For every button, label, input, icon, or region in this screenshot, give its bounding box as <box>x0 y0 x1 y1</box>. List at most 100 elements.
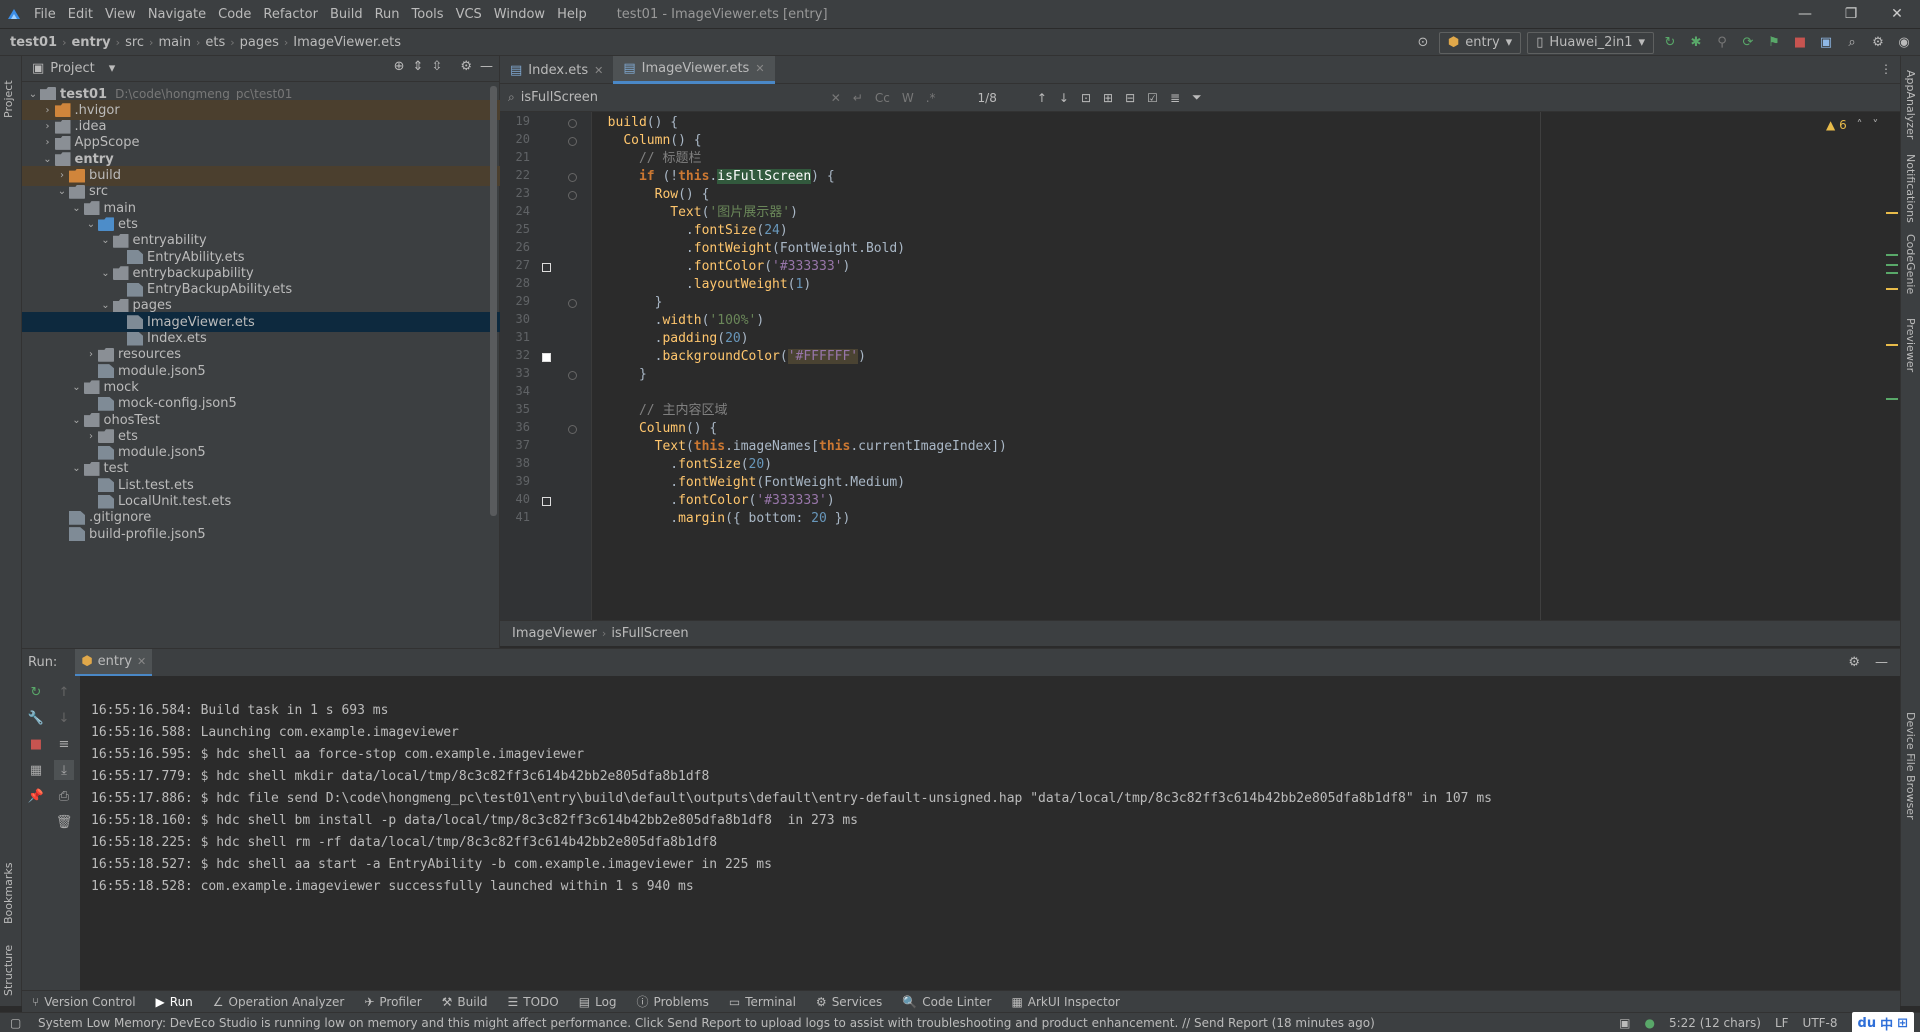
memory-indicator-icon[interactable]: ▣ <box>1619 1016 1630 1030</box>
print-icon[interactable]: ⎙ <box>54 786 74 806</box>
breadcrumb-item[interactable]: ImageViewer.ets <box>293 35 401 50</box>
breadcrumb-item[interactable]: src <box>125 35 144 50</box>
bottom-tab-log[interactable]: ▤ Log <box>579 995 617 1009</box>
chevron-right-icon[interactable]: › <box>41 121 55 132</box>
close-icon[interactable]: ✕ <box>755 62 764 75</box>
warnings-indicator[interactable]: ▲ 6 ˄ ˅ <box>1826 118 1878 132</box>
bookmarks-tool-tab[interactable]: Bookmarks <box>2 863 15 924</box>
editor-tab[interactable]: ▤ Index.ets ✕ <box>500 56 613 84</box>
stop-icon[interactable]: ■ <box>1790 33 1810 53</box>
error-stripe-mark[interactable] <box>1886 254 1898 256</box>
breadcrumb-item[interactable]: test01 <box>10 35 57 50</box>
expand-all-icon[interactable]: ⇕ <box>413 59 424 74</box>
trash-icon[interactable]: 🗑 <box>54 812 74 832</box>
regex-toggle[interactable]: .* <box>926 91 936 105</box>
profile-icon[interactable]: ⚑ <box>1764 33 1784 53</box>
right-tool-tab[interactable]: Device File Browser <box>1904 712 1917 820</box>
right-tool-tab[interactable]: Previewer <box>1904 318 1917 372</box>
previous-match-icon[interactable]: ↑ <box>1037 91 1047 105</box>
in-selection-icon[interactable]: ≣ <box>1170 91 1180 105</box>
bottom-tab-todo[interactable]: ☰ TODO <box>508 995 559 1009</box>
filter-icon[interactable]: ⏷ <box>1192 90 1202 105</box>
minimize-button[interactable]: — <box>1782 0 1828 28</box>
error-stripe-mark[interactable] <box>1886 212 1898 214</box>
new-line-icon[interactable]: ↵ <box>853 91 863 105</box>
search-input[interactable]: isFullScreen <box>521 90 831 105</box>
apply-changes-icon[interactable]: ⟳ <box>1738 33 1758 53</box>
fold-marker-icon[interactable] <box>568 137 577 146</box>
project-tool-tab[interactable]: Project <box>2 80 15 118</box>
error-stripe-mark[interactable] <box>1886 344 1898 346</box>
chevron-down-icon[interactable]: ⌄ <box>55 186 69 197</box>
bottom-tab-services[interactable]: ⚙ Services <box>816 995 882 1009</box>
editor-tab[interactable]: ▤ ImageViewer.ets ✕ <box>613 56 775 84</box>
stop-icon[interactable]: ■ <box>26 734 46 754</box>
pin-icon[interactable]: 📌 <box>26 786 46 806</box>
settings-icon[interactable]: ⚙ <box>1868 33 1888 53</box>
more-tabs-icon[interactable]: ⋮ <box>1880 62 1892 76</box>
menu-edit[interactable]: Edit <box>62 7 99 22</box>
chevron-right-icon[interactable]: › <box>55 170 69 181</box>
menu-vcs[interactable]: VCS <box>450 7 488 22</box>
chevron-down-icon[interactable]: ˅ <box>1872 118 1878 132</box>
chevron-up-icon[interactable]: ˄ <box>1857 118 1863 132</box>
remove-occurrence-icon[interactable]: ⊟ <box>1125 91 1135 105</box>
chevron-down-icon[interactable]: ⌄ <box>70 203 84 214</box>
menu-code[interactable]: Code <box>212 7 257 22</box>
chevron-down-icon[interactable]: ⌄ <box>26 89 40 100</box>
bottom-tab-operation-analyzer[interactable]: ∠ Operation Analyzer <box>213 995 345 1009</box>
clear-search-icon[interactable]: ✕ <box>831 91 841 105</box>
menu-window[interactable]: Window <box>488 7 551 22</box>
menu-build[interactable]: Build <box>324 7 369 22</box>
layout-icon[interactable]: ▦ <box>26 760 46 780</box>
chevron-right-icon[interactable]: › <box>84 431 98 442</box>
run-tab-entry[interactable]: ⬢ entry ✕ <box>75 648 153 677</box>
soft-wrap-icon[interactable]: ≡ <box>54 734 74 754</box>
select-all-occurrences-icon[interactable]: ⊡ <box>1081 91 1091 105</box>
chevron-right-icon[interactable]: › <box>41 105 55 116</box>
fold-marker-icon[interactable] <box>568 119 577 128</box>
chevron-down-icon[interactable]: ⌄ <box>99 300 113 311</box>
editor-gutter[interactable]: 19 20 21 22 23 24 25 26 27 28 29 30 31 32 33 34 35 36 37 38… <box>500 112 592 620</box>
chevron-down-icon[interactable]: ⌄ <box>99 235 113 246</box>
gutter-marker[interactable] <box>542 263 551 272</box>
breadcrumb-item[interactable]: main <box>158 35 190 50</box>
editor-scrollbar[interactable] <box>1884 112 1900 620</box>
right-tool-tab[interactable]: AppAnalyzer <box>1904 70 1917 139</box>
chevron-down-icon[interactable]: ⌄ <box>70 382 84 393</box>
menu-view[interactable]: View <box>99 7 142 22</box>
menu-navigate[interactable]: Navigate <box>142 7 212 22</box>
device-manager-icon[interactable]: ▣ <box>1816 33 1836 53</box>
fold-marker-icon[interactable] <box>568 425 577 434</box>
bottom-tab-run[interactable]: ▶ Run <box>156 995 193 1009</box>
right-tool-tab[interactable]: Notifications <box>1904 154 1917 223</box>
error-stripe-mark[interactable] <box>1886 288 1898 290</box>
menu-help[interactable]: Help <box>551 7 593 22</box>
gutter-marker[interactable] <box>542 353 551 362</box>
menu-file[interactable]: File <box>28 7 62 22</box>
chevron-down-icon[interactable]: ⌄ <box>99 268 113 279</box>
chevron-down-icon[interactable]: ⌄ <box>41 154 55 165</box>
gutter-marker[interactable] <box>542 497 551 506</box>
breadcrumb-member[interactable]: isFullScreen <box>611 626 688 641</box>
arrow-down-icon[interactable]: ↓ <box>54 708 74 728</box>
tree-item[interactable]: build-profile.json5 <box>22 524 500 544</box>
locate-icon[interactable]: ⊕ <box>394 59 405 74</box>
breadcrumb-item[interactable]: pages <box>240 35 279 50</box>
menu-tools[interactable]: Tools <box>406 7 450 22</box>
rerun-icon[interactable]: ↻ <box>1660 33 1680 53</box>
code-editor[interactable]: build() { Column() { // 标题栏 if (!this.is… <box>592 112 1882 620</box>
hide-panel-icon[interactable]: — <box>1875 655 1888 670</box>
bottom-tab-terminal[interactable]: ▭ Terminal <box>729 995 796 1009</box>
breadcrumb-item[interactable]: entry <box>71 35 110 50</box>
select-all-icon[interactable]: ☑ <box>1147 91 1158 105</box>
bottom-tab-profiler[interactable]: ✈ Profiler <box>364 995 421 1009</box>
collapse-all-icon[interactable]: ⇳ <box>431 59 442 74</box>
right-tool-tab[interactable]: CodeGenie <box>1904 234 1917 294</box>
fold-marker-icon[interactable] <box>568 371 577 380</box>
project-view-select[interactable]: Project <box>50 61 94 76</box>
ime-indicator[interactable]: du 中 ⊞ <box>1851 1012 1914 1032</box>
bottom-tab-problems[interactable]: ⓘ Problems <box>637 993 709 1010</box>
arrow-up-icon[interactable]: ↑ <box>54 682 74 702</box>
project-scrollbar[interactable] <box>490 86 497 516</box>
